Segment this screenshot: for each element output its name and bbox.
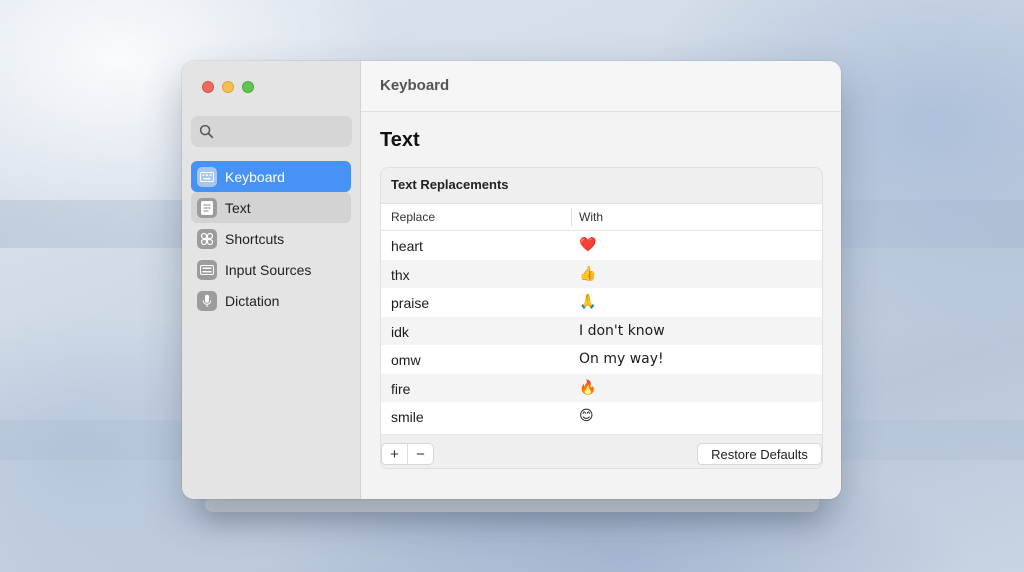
window-header: Keyboard [361, 61, 841, 112]
replace-cell: praise [391, 295, 430, 311]
with-cell: 🙏 [579, 294, 597, 310]
with-cell: 👍 [579, 265, 597, 282]
sidebar-item-text[interactable]: Text [191, 192, 351, 223]
sidebar: Keyboard Text Shortcuts Input Sources Di… [182, 61, 361, 499]
table-header: Replace With [381, 204, 822, 231]
keyboard-icon [197, 166, 217, 187]
sidebar-item-keyboard[interactable]: Keyboard [191, 161, 351, 192]
sidebar-item-label: Shortcuts [225, 230, 285, 247]
replacements-table[interactable]: Replace With heart ❤️ thx 👍 praise 🙏 idk… [381, 203, 822, 435]
page-title: Text [380, 129, 420, 151]
window-title: Keyboard [380, 77, 450, 94]
search-input[interactable] [191, 116, 352, 147]
with-cell: I don't know [579, 322, 665, 339]
minimize-button[interactable] [222, 81, 234, 93]
column-header-with[interactable]: With [579, 210, 603, 224]
sidebar-item-dictation[interactable]: Dictation [191, 285, 351, 316]
table-row[interactable]: idk I don't know [381, 316, 822, 345]
column-divider[interactable] [571, 208, 572, 226]
zoom-button[interactable] [242, 81, 254, 93]
sidebar-item-label: Input Sources [225, 261, 312, 278]
table-row[interactable]: omw On my way! [381, 345, 822, 374]
shortcuts-icon [197, 228, 217, 249]
with-cell: ❤️ [579, 237, 597, 253]
replace-cell: thx [391, 266, 410, 283]
table-row[interactable]: thx 👍 [381, 259, 822, 288]
add-remove-control: + − [381, 443, 434, 465]
text-replacements-group: Text Replacements Replace With heart ❤️ … [380, 167, 823, 469]
with-cell: On my way! [579, 351, 664, 367]
group-title: Text Replacements [391, 177, 509, 192]
text-icon [197, 197, 217, 218]
column-header-replace[interactable]: Replace [391, 210, 435, 224]
replace-cell: smile [391, 409, 424, 425]
sidebar-item-label: Dictation [225, 292, 280, 309]
replace-cell: heart [391, 238, 423, 254]
table-row[interactable]: praise 🙏 [381, 288, 822, 317]
content-pane: Keyboard Text Text Replacements Replace … [361, 61, 841, 499]
input-sources-icon [197, 259, 217, 280]
close-button[interactable] [202, 81, 214, 93]
settings-window: Keyboard Text Shortcuts Input Sources Di… [182, 61, 841, 499]
table-rows: heart ❤️ thx 👍 praise 🙏 idk I don't know [381, 231, 822, 431]
replace-cell: fire [391, 380, 411, 397]
table-row[interactable]: smile 😊 [381, 402, 822, 431]
sidebar-item-label: Text [225, 199, 251, 216]
with-cell: 😊 [579, 408, 594, 424]
restore-defaults-button[interactable]: Restore Defaults [697, 443, 822, 465]
sidebar-item-shortcuts[interactable]: Shortcuts [191, 223, 351, 254]
search-icon [199, 124, 214, 139]
sidebar-item-label: Keyboard [225, 168, 285, 185]
add-button[interactable]: + [382, 444, 408, 464]
replace-cell: omw [391, 352, 421, 368]
replace-cell: idk [391, 323, 409, 340]
sidebar-item-input-sources[interactable]: Input Sources [191, 254, 351, 285]
microphone-icon [197, 290, 217, 311]
table-row[interactable]: fire 🔥 [381, 373, 822, 402]
table-row[interactable]: heart ❤️ [381, 231, 822, 260]
remove-button[interactable]: − [408, 444, 433, 464]
with-cell: 🔥 [579, 379, 597, 396]
